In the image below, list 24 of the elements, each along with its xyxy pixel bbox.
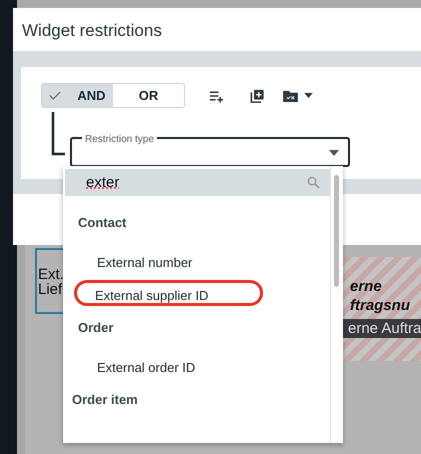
group-header: Contact [77,214,128,232]
dropdown-option[interactable]: External number [63,247,263,273]
folder-menu-button[interactable] [283,90,313,102]
group-header: Order item [71,391,139,409]
tree-connector [51,112,65,156]
field-label-text: erne [350,277,383,296]
add-copy-icon[interactable] [250,88,265,102]
field-label: Restriction type [82,134,157,146]
field-label-text: Ext. [37,267,65,282]
dialog-title: Widget restrictions [21,20,163,42]
field-label-text: ftragsnu [350,296,411,315]
folder-icon [283,90,298,102]
check-icon [49,91,62,100]
dropdown-option[interactable]: External order ID [63,352,263,378]
search-field[interactable]: exter [65,169,330,196]
dropdown-option[interactable]: External supplier ID [74,280,263,306]
add-list-icon[interactable] [209,88,224,102]
search-icon [307,176,320,189]
scrollbar-thumb[interactable] [334,175,339,287]
logic-option[interactable]: AND [42,84,113,107]
caret-icon [304,93,313,98]
caret-icon [329,150,339,156]
search-input-text: exter [86,174,120,191]
group-header: Order [77,319,114,337]
